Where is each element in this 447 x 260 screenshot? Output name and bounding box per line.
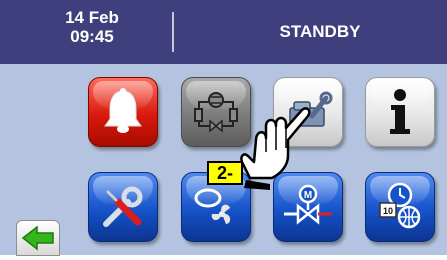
back-button[interactable] xyxy=(16,220,60,256)
settings-button[interactable] xyxy=(88,172,158,242)
green-left-arrow-icon xyxy=(21,225,54,251)
screwdriver-wrench-icon xyxy=(103,186,143,227)
svg-text:10: 10 xyxy=(383,206,393,216)
info-icon xyxy=(390,89,410,134)
header-bar: 14 Feb 09:45 STANDBY xyxy=(0,0,447,64)
clock-network-button[interactable]: 10 xyxy=(365,172,435,242)
alarm-button[interactable] xyxy=(88,77,158,147)
status-text: STANDBY xyxy=(279,22,361,41)
time-text: 09:45 xyxy=(70,27,114,46)
date-text: 14 Feb xyxy=(65,8,119,27)
header-divider xyxy=(172,12,174,52)
info-button[interactable] xyxy=(365,77,435,147)
datetime: 14 Feb 09:45 xyxy=(32,8,152,46)
svg-text:M: M xyxy=(304,190,312,201)
clock-network-icon: 10 xyxy=(379,182,421,229)
bell-icon xyxy=(104,88,142,133)
refrigeration-circuit-icon xyxy=(194,92,238,133)
compressor-fan-icon xyxy=(194,188,231,224)
pointing-hand-icon xyxy=(240,107,311,190)
controller-screen: 14 Feb 09:45 STANDBY M 10 2- xyxy=(0,0,447,256)
